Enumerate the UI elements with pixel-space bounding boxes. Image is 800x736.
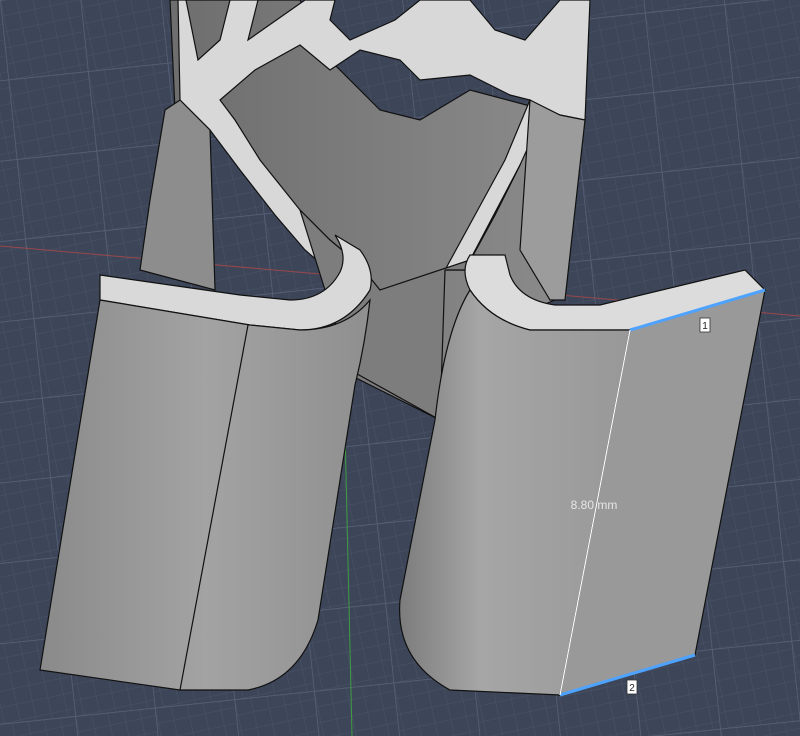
measurement-label: 8.80 mm — [571, 498, 618, 512]
edge-marker-1-label: 1 — [702, 321, 708, 332]
3d-viewport[interactable]: 1 2 8.80 mm — [0, 0, 800, 736]
scene[interactable]: 1 2 8.80 mm — [0, 0, 800, 736]
edge-marker-2[interactable]: 2 — [626, 679, 638, 695]
edge-marker-2-label: 2 — [629, 683, 635, 694]
edge-marker-1[interactable]: 1 — [699, 317, 711, 333]
